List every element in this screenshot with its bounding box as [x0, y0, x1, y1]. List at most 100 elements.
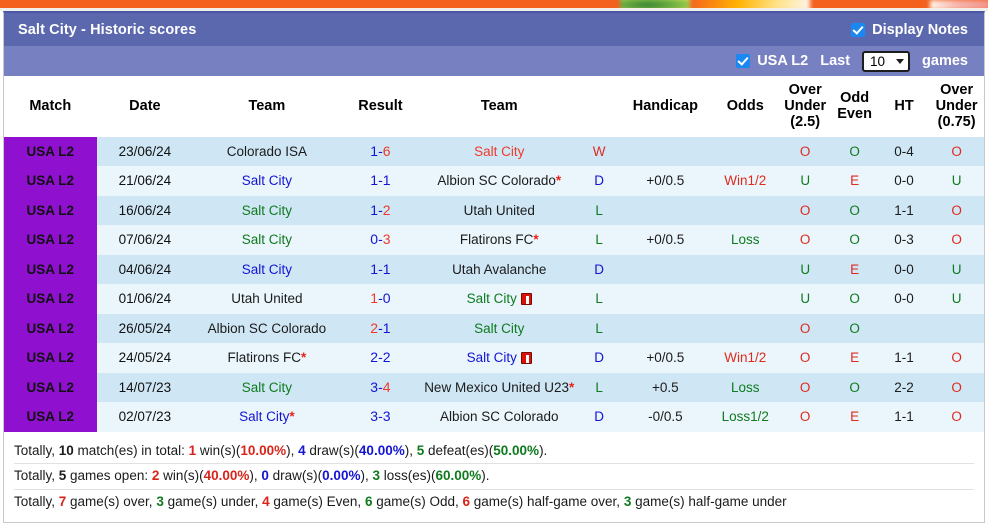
cell-away-team[interactable]: Flatirons FC*	[420, 225, 579, 255]
table-row[interactable]: USA L2 26/05/24 Albion SC Colorado 2-1 Salt …	[4, 313, 984, 344]
cell-away-team[interactable]: Salt City	[420, 284, 579, 314]
team-name[interactable]: Salt City	[474, 321, 524, 336]
cell-home-team[interactable]: Salt City	[193, 166, 341, 196]
cell-result[interactable]: 1-0	[340, 284, 421, 314]
cell-result[interactable]: 1-1	[340, 254, 421, 285]
table-row[interactable]: USA L2 07/06/24 Salt City 0-3 Flatirons FC* L…	[4, 225, 984, 255]
over-under-075-value: U	[951, 291, 962, 307]
display-notes-checkbox[interactable]	[851, 22, 866, 37]
cell-result[interactable]: 3-3	[340, 402, 421, 432]
cell-result[interactable]: 1-1	[340, 166, 421, 196]
cell-result[interactable]: 2-2	[340, 343, 421, 373]
cell-away-team[interactable]: Albion SC Colorado*	[420, 166, 579, 196]
table-row[interactable]: USA L2 04/06/24 Salt City 1-1 Utah Avalanche…	[4, 254, 984, 285]
note-text: game(s) under,	[163, 493, 263, 509]
cell-league-badge[interactable]: USA L2	[4, 372, 97, 403]
cell-result[interactable]: 3-4	[340, 372, 421, 403]
team-name[interactable]: Utah United	[464, 203, 535, 218]
team-name[interactable]: Salt City	[242, 203, 292, 218]
cell-league-badge[interactable]: USA L2	[4, 195, 97, 226]
cell-away-team[interactable]: Salt City	[420, 136, 579, 167]
odd-even-value: O	[849, 232, 860, 248]
cell-home-team[interactable]: Salt City*	[193, 402, 341, 432]
note-text: ),	[286, 442, 299, 458]
column-header-home-team[interactable]: Team	[193, 76, 341, 137]
cell-result[interactable]: 2-1	[340, 313, 421, 344]
team-name[interactable]: Salt City	[467, 291, 517, 306]
table-row[interactable]: USA L2 21/06/24 Salt City 1-1 Albion SC Colo…	[4, 166, 984, 196]
team-name[interactable]: Albion SC Colorado	[208, 321, 327, 336]
team-name[interactable]: Salt City	[474, 144, 524, 159]
cell-home-team[interactable]: Flatirons FC*	[193, 343, 341, 373]
team-name[interactable]: Utah United	[231, 291, 302, 306]
cell-away-team[interactable]: Albion SC Colorado	[420, 402, 579, 432]
column-header-odds[interactable]: Odds	[710, 76, 780, 137]
cell-away-team[interactable]: Salt City	[420, 313, 579, 344]
ht-value: 2-2	[894, 379, 914, 395]
cell-home-team[interactable]: Colorado ISA	[193, 136, 341, 167]
cell-away-team[interactable]: New Mexico United U23*	[420, 372, 579, 403]
column-header-date[interactable]: Date	[96, 76, 194, 137]
team-name[interactable]: Colorado ISA	[227, 144, 307, 159]
team-name[interactable]: Albion SC Colorado	[440, 409, 559, 424]
cell-league-badge[interactable]: USA L2	[4, 225, 97, 255]
team-name[interactable]: Salt City	[239, 409, 289, 424]
note-wins-pct: 10.00%	[240, 442, 287, 458]
team-name[interactable]: Salt City	[242, 173, 292, 188]
handicap-value: +0/0.5	[646, 350, 685, 366]
cell-away-team[interactable]: Utah Avalanche	[420, 254, 579, 285]
cell-league-badge[interactable]: USA L2	[4, 284, 97, 314]
cell-handicap	[620, 313, 711, 344]
cell-league-badge[interactable]: USA L2	[4, 343, 97, 373]
summary-line-open-games: Totally, 5 games open: 2 win(s)(40.00%),…	[14, 463, 974, 489]
team-name[interactable]: Salt City	[242, 232, 292, 247]
table-row[interactable]: USA L2 23/06/24 Colorado ISA 1-6 Salt City W O…	[4, 136, 984, 167]
cell-result[interactable]: 1-6	[340, 136, 421, 167]
table-row[interactable]: USA L2 14/07/23 Salt City 3-4 New Mexico Uni…	[4, 372, 984, 403]
column-header-result[interactable]: Result	[340, 76, 421, 137]
table-row[interactable]: USA L2 16/06/24 Salt City 1-2 Utah United L O O…	[4, 195, 984, 226]
column-header-ht[interactable]: HT	[878, 76, 930, 137]
cell-home-team[interactable]: Salt City	[193, 195, 341, 226]
cell-result[interactable]: 1-2	[340, 195, 421, 226]
team-name[interactable]: Utah Avalanche	[452, 262, 546, 277]
column-header-away-team[interactable]: Team	[420, 76, 579, 137]
team-name[interactable]: Flatirons FC	[460, 232, 534, 247]
cell-league-badge[interactable]: USA L2	[4, 254, 97, 285]
table-row[interactable]: USA L2 01/06/24 Utah United 1-0 Salt City L U O…	[4, 284, 984, 314]
cell-over-under-075: O	[929, 195, 984, 226]
team-name[interactable]: Salt City	[467, 350, 517, 365]
cell-away-team[interactable]: Salt City	[420, 343, 579, 373]
display-notes-toggle[interactable]: Display Notes	[851, 22, 968, 38]
league-filter-label: USA L2	[757, 53, 809, 69]
team-name[interactable]: Albion SC Colorado	[437, 173, 556, 188]
cell-league-badge[interactable]: USA L2	[4, 166, 97, 196]
table-row[interactable]: USA L2 24/05/24 Flatirons FC* 2-2 Salt City D…	[4, 343, 984, 373]
team-name[interactable]: Flatirons FC	[227, 350, 301, 365]
cell-home-team[interactable]: Utah United	[193, 284, 341, 314]
cell-league-badge[interactable]: USA L2	[4, 402, 97, 432]
team-name[interactable]: New Mexico United U23	[424, 380, 569, 395]
table-row[interactable]: USA L2 02/07/23 Salt City* 3-3 Albion SC Col…	[4, 402, 984, 432]
team-name[interactable]: Salt City	[242, 262, 292, 277]
cell-home-team[interactable]: Salt City	[193, 225, 341, 255]
note-open-draws-pct: 0.00%	[322, 468, 361, 484]
team-name[interactable]: Salt City	[242, 380, 292, 395]
column-header-over-under-25[interactable]: Over Under (2.5)	[779, 76, 831, 137]
cell-league-badge[interactable]: USA L2	[4, 136, 97, 167]
column-header-odd-even[interactable]: Odd Even	[830, 76, 879, 137]
cell-home-team[interactable]: Salt City	[193, 372, 341, 403]
cell-result[interactable]: 0-3	[340, 225, 421, 255]
league-filter-checkbox[interactable]	[736, 54, 751, 68]
over-under-25-value: O	[799, 409, 811, 425]
column-header-handicap[interactable]: Handicap	[620, 76, 711, 137]
cell-date: 01/06/24	[96, 284, 194, 314]
games-count-select[interactable]: 10	[862, 50, 911, 72]
cell-league-badge[interactable]: USA L2	[4, 313, 97, 344]
league-filter-toggle[interactable]: USA L2	[736, 53, 808, 69]
cell-away-team[interactable]: Utah United	[420, 195, 579, 226]
column-header-over-under-075[interactable]: Over Under (0.75)	[929, 76, 984, 137]
cell-home-team[interactable]: Salt City	[193, 254, 341, 285]
cell-home-team[interactable]: Albion SC Colorado	[193, 313, 341, 344]
column-header-match[interactable]: Match	[4, 76, 97, 137]
